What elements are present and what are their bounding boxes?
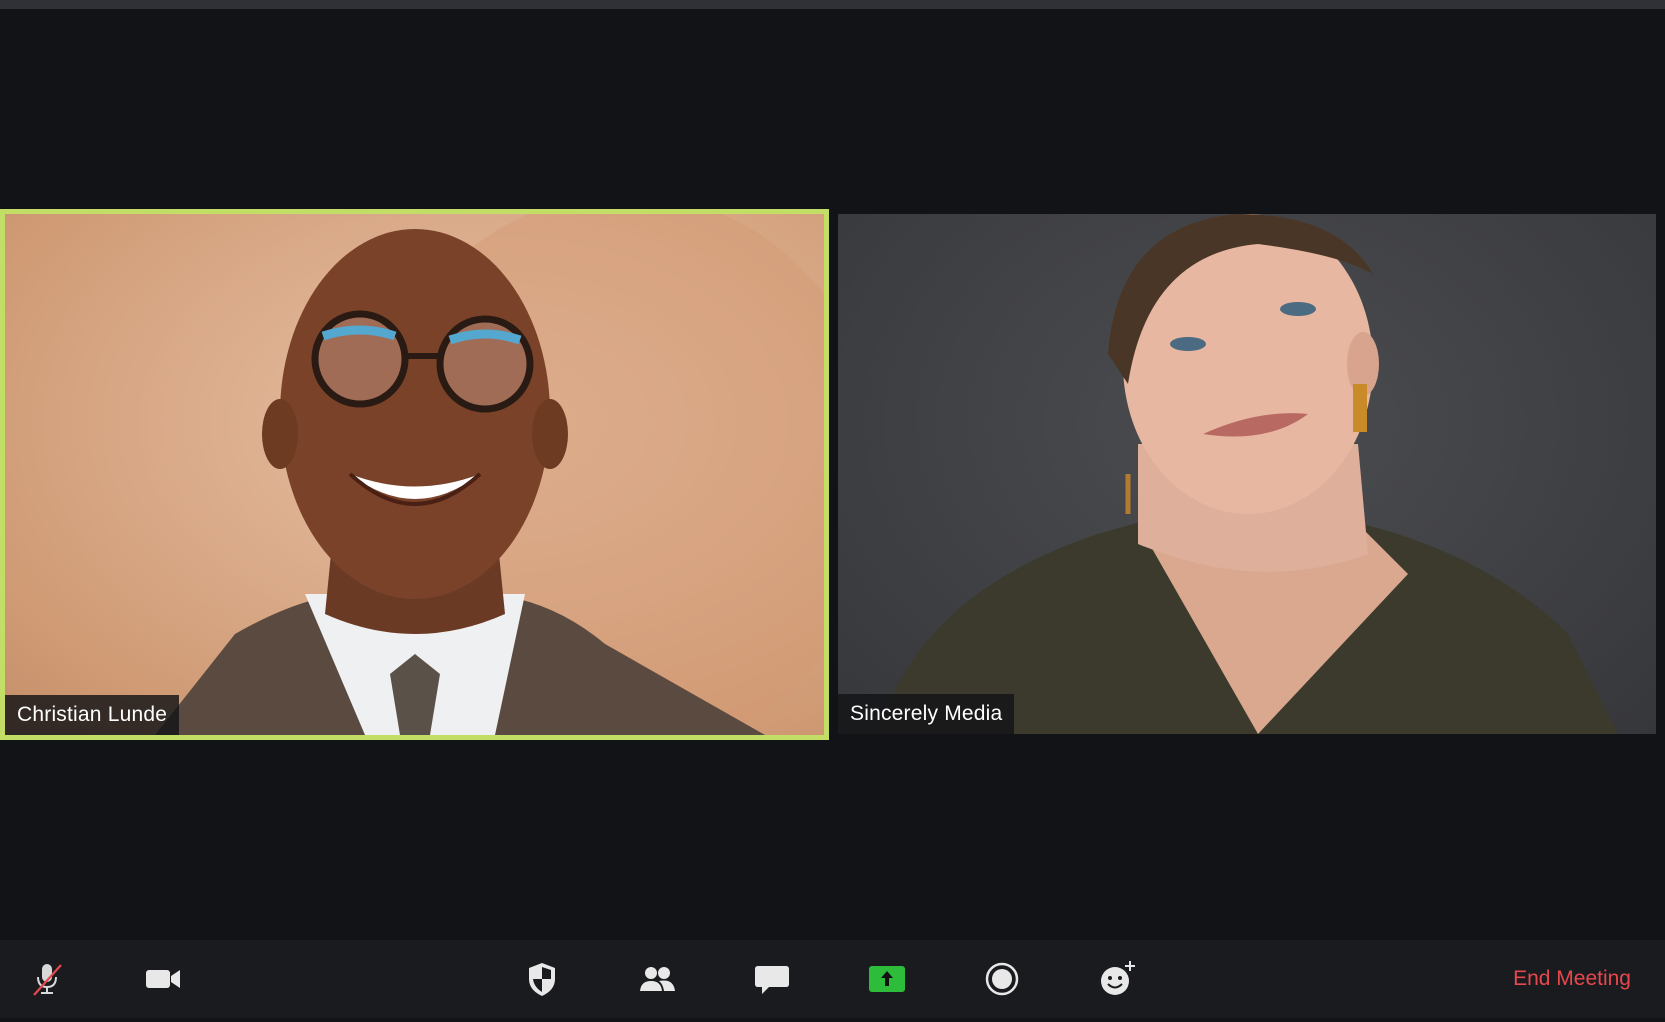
participant-name-label: Sincerely Media — [838, 694, 1015, 734]
chat-button[interactable] — [749, 956, 795, 1002]
window-top-strip — [0, 0, 1665, 9]
end-meeting-button[interactable]: End Meeting — [1513, 966, 1631, 992]
security-shield-icon — [529, 963, 555, 996]
record-icon — [985, 962, 1019, 996]
meeting-controls-toolbar: End Meeting — [0, 940, 1665, 1018]
reactions-icon — [1101, 961, 1135, 995]
start-video-button[interactable] — [140, 956, 186, 1002]
security-button[interactable] — [519, 956, 565, 1002]
chat-bubble-icon — [755, 966, 789, 994]
participant-video-tile-active[interactable]: Christian Lunde — [0, 209, 829, 740]
participant-video-feed — [155, 214, 824, 735]
participants-button[interactable] — [634, 956, 680, 1002]
participant-video-tile[interactable]: Sincerely Media — [838, 214, 1656, 734]
video-camera-icon — [146, 970, 180, 988]
reactions-button[interactable] — [1094, 956, 1140, 1002]
participant-name-label: Christian Lunde — [5, 695, 180, 735]
participant-video-feed — [878, 214, 1618, 734]
share-screen-button[interactable] — [864, 956, 910, 1002]
record-button[interactable] — [979, 956, 1025, 1002]
microphone-muted-icon — [33, 964, 62, 996]
mute-microphone-button[interactable] — [24, 956, 70, 1002]
share-screen-icon — [869, 966, 905, 992]
participants-icon — [640, 967, 675, 991]
video-call-window: Christian Lunde Sincerely Media End Meet… — [0, 0, 1665, 1022]
